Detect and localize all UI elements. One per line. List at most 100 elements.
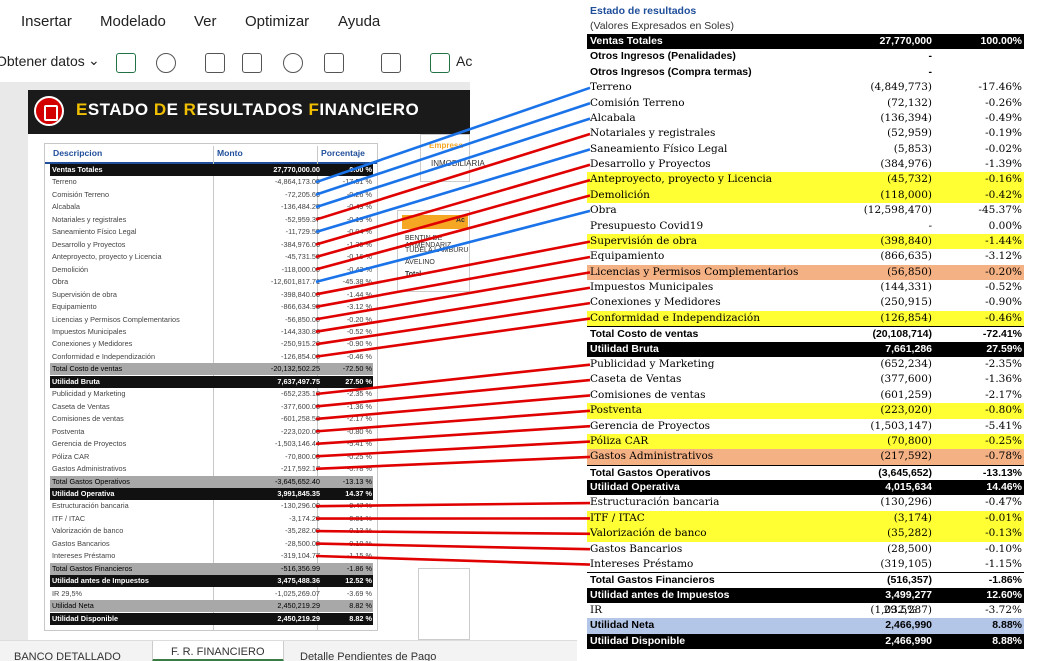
table-row[interactable]: Utilidad Operativa 3,991,845.35 14.37 %	[50, 487, 373, 500]
recent-sources-icon[interactable]	[324, 53, 344, 73]
table-row[interactable]: Supervisión de obra -398,840.00 -1.44 %	[50, 289, 373, 301]
side-visual[interactable]	[418, 568, 470, 640]
sheet-row[interactable]: Otros Ingresos (Compra termas) -	[587, 65, 1024, 80]
sheet-row[interactable]: Total Costo de ventas (20,108,714) -72.41%	[587, 326, 1024, 341]
table-row[interactable]: Gastos Administrativos -217,592.17 -0.78 %	[50, 463, 373, 475]
sheet-row[interactable]: Terreno (4,849,773) -17.46%	[587, 80, 1024, 95]
sheet-row[interactable]: Gerencia de Proyectos (1,503,147) -5.41%	[587, 419, 1024, 434]
table-row[interactable]: Notariales y registrales -52,959.37 -0.19 …	[50, 214, 373, 226]
sheet-row[interactable]: Utilidad Operativa 4,015,634 14.46%	[587, 480, 1024, 496]
menu-modelado[interactable]: Modelado	[100, 13, 166, 30]
table-row[interactable]: Publicidad y Marketing -652,235.18 -2.35 %	[50, 388, 373, 400]
sheet-tab-banco[interactable]: BANCO DETALLADO	[14, 651, 121, 661]
table-icon[interactable]	[242, 53, 262, 73]
table-row[interactable]: Utilidad antes de Impuestos 3,475,488.36 1…	[50, 575, 373, 588]
table-row[interactable]: Comisión Terreno -72,205.66 -0.26 %	[50, 189, 373, 201]
table-row[interactable]: Comisiones de ventas -601,258.53 -2.17 %	[50, 413, 373, 425]
sheet-row[interactable]: Caseta de Ventas (377,600) -1.36%	[587, 372, 1024, 387]
table-row[interactable]: Utilidad Bruta 7,637,497.75 27.50 %	[50, 375, 373, 388]
table-row[interactable]: Valorización de banco -35,282.00 -0.13 %	[50, 525, 373, 537]
excel-icon[interactable]	[116, 53, 136, 73]
sheet-row[interactable]: Estructuración bancaria (130,296) -0.47%	[587, 495, 1024, 510]
sheet-row[interactable]: Postventa (223,020) -0.80%	[587, 403, 1024, 419]
table-row[interactable]: Anteproyecto, proyecto y Licencia -45,731…	[50, 251, 373, 263]
dataverse-icon[interactable]	[156, 53, 176, 73]
database-icon[interactable]	[205, 53, 225, 73]
sheet-row[interactable]: Presupuesto Covid19 - 0.00%	[587, 219, 1024, 234]
sheet-row[interactable]: Total Gastos Operativos (3,645,652) -13.13…	[587, 464, 1024, 480]
column-header-monto[interactable]: Monto	[217, 148, 243, 158]
table-row[interactable]: Intereses Préstamo -319,104.77 -1.15 %	[50, 550, 373, 562]
sheet-tab-fr-financiero[interactable]: F. R. FINANCIERO	[152, 641, 284, 661]
column-header-descripcion[interactable]: Descripcion	[53, 148, 102, 158]
exit-icon[interactable]	[34, 96, 64, 126]
get-data-button[interactable]: Obtener datos	[0, 53, 85, 69]
sheet-row[interactable]: Saneamiento Físico Legal (5,853) -0.02%	[587, 142, 1024, 157]
sheet-row[interactable]: Demolición (118,000) -0.42%	[587, 187, 1024, 204]
table-row[interactable]: Gastos Bancarios -28,500.02 -0.10 %	[50, 538, 373, 550]
table-row[interactable]: Total Costo de ventas -20,132,502.25 -72.5…	[50, 363, 373, 376]
income-statement-table[interactable]: Descripcion Monto Porcentaje Ventas Tota…	[44, 143, 378, 631]
sheet-row[interactable]: ITF / ITAC (3,174) -0.01%	[587, 510, 1024, 527]
sheet-row[interactable]: Desarrollo y Proyectos (384,976) -1.39%	[587, 157, 1024, 172]
table-row[interactable]: IR 29,5% -1,025,269.07 -3.69 %	[50, 588, 373, 600]
table-row[interactable]: ITF / ITAC -3,174.20 -0.01 %	[50, 513, 373, 525]
sheet-row[interactable]: Anteproyecto, proyecto y Licencia (45,732…	[587, 172, 1024, 188]
refresh-icon[interactable]	[430, 53, 450, 73]
sheet-row[interactable]: Obra (12,598,470) -45.37%	[587, 203, 1024, 218]
sheet-row[interactable]: Utilidad Neta 2,466,990 8.88%	[587, 618, 1024, 634]
table-row[interactable]: Impuestos Municipales -144,330.86 -0.52 %	[50, 326, 373, 338]
table-row[interactable]: Obra -12,601,817.71 -45.38 %	[50, 276, 373, 288]
sheet-row[interactable]: Otros Ingresos (Penalidades) -	[587, 49, 1024, 64]
table-row[interactable]: Ventas Totales 27,770,000.00 0.00 %	[50, 164, 373, 176]
table-row[interactable]: Terreno -4,864,173.00 -17.51 %	[50, 176, 373, 188]
menu-ayuda[interactable]: Ayuda	[338, 13, 380, 30]
link-icon[interactable]	[283, 53, 303, 73]
sheet-row[interactable]: Gastos Bancarios (28,500) -0.10%	[587, 542, 1024, 557]
sheet-row[interactable]: Alcabala (136,394) -0.49%	[587, 111, 1024, 126]
sheet-row[interactable]: Publicidad y Marketing (652,234) -2.35%	[587, 357, 1024, 372]
filter-table[interactable]: Ac BENTIN DE ARMENDARIZ TUDELA LAMBURU A…	[397, 210, 470, 292]
empresa-slicer[interactable]: Empresa INMOBILIARIA	[420, 134, 485, 182]
filter-item[interactable]: TUDELA LAMBURU	[405, 247, 468, 254]
sheet-row[interactable]: Licencias y Permisos Complementarios (56,…	[587, 264, 1024, 281]
sheet-row[interactable]: Utilidad antes de Impuestos 3,499,277 12.6…	[587, 587, 1024, 604]
menu-ver[interactable]: Ver	[194, 13, 217, 30]
sheet-row[interactable]: Conexiones y Medidores (250,915) -0.90%	[587, 295, 1024, 310]
table-row[interactable]: Total Gastos Financieros -516,356.99 -1.86…	[50, 562, 373, 575]
table-row[interactable]: Alcabala -136,484.25 -0.49 %	[50, 201, 373, 213]
table-row[interactable]: Total Gastos Operativos -3,645,652.40 -13.…	[50, 475, 373, 488]
table-row[interactable]: Gerencia de Proyectos -1,503,146.44 -5.41 …	[50, 438, 373, 450]
menu-optimizar[interactable]: Optimizar	[245, 13, 309, 30]
sheet-row[interactable]: Utilidad Disponible 2,466,990 8.88%	[587, 633, 1024, 650]
chevron-down-icon[interactable]: ⌄	[88, 52, 100, 69]
table-row[interactable]: Licencias y Permisos Complementarios -56,…	[50, 314, 373, 326]
table-row[interactable]: Demolición -118,000.00 -0.42 %	[50, 264, 373, 276]
sheet-row[interactable]: Gastos Administrativos (217,592) -0.78%	[587, 449, 1024, 465]
table-row[interactable]: Caseta de Ventas -377,600.00 -1.36 %	[50, 401, 373, 413]
sheet-row[interactable]: Total Gastos Financieros (516,357) -1.86%	[587, 572, 1024, 587]
table-row[interactable]: Equipamiento -866,634.95 -3.12 %	[50, 301, 373, 313]
table-row[interactable]: Conformidad e Independización -126,854.00…	[50, 351, 373, 363]
sheet-row[interactable]: Utilidad Bruta 7,661,286 27.59%	[587, 341, 1024, 357]
table-row[interactable]: Póliza CAR -70,800.00 -0.25 %	[50, 451, 373, 463]
menu-insertar[interactable]: Insertar	[21, 13, 72, 30]
sheet-tab-detalle-pendientes[interactable]: Detalle Pendientes de Pago	[300, 651, 436, 661]
sheet-row[interactable]: Conformidad e Independización (126,854) -0…	[587, 310, 1024, 327]
sheet-row[interactable]: Notariales y registrales (52,959) -0.19%	[587, 126, 1024, 141]
sheet-row[interactable]: Póliza CAR (70,800) -0.25%	[587, 433, 1024, 450]
sheet-row[interactable]: Valorización de banco (35,282) -0.13%	[587, 526, 1024, 542]
sheet-row[interactable]: Ventas Totales 27,770,000 100.00%	[587, 34, 1024, 50]
table-row[interactable]: Saneamiento Físico Legal -11,729.59 -0.04 …	[50, 226, 373, 238]
sheet-row[interactable]: Supervisión de obra (398,840) -1.44%	[587, 233, 1024, 250]
sheet-row[interactable]: IR 29.5% (1,032,287) -3.72%	[587, 603, 1024, 618]
sheet-row[interactable]: Comisión Terreno (72,132) -0.26%	[587, 96, 1024, 111]
column-header-porcentaje[interactable]: Porcentaje	[321, 148, 365, 158]
sheet-row[interactable]: Comisiones de ventas (601,259) -2.17%	[587, 388, 1024, 403]
transform-data-icon[interactable]	[381, 53, 401, 73]
table-row[interactable]: Conexiones y Medidores -250,915.20 -0.90 %	[50, 338, 373, 350]
table-row[interactable]: Utilidad Neta 2,450,219.29 8.82 %	[50, 600, 373, 613]
sheet-row[interactable]: Impuestos Municipales (144,331) -0.52%	[587, 280, 1024, 295]
table-row[interactable]: Desarrollo y Proyectos -384,976.06 -1.39 %	[50, 239, 373, 251]
table-row[interactable]: Postventa -223,020.00 -0.80 %	[50, 426, 373, 438]
